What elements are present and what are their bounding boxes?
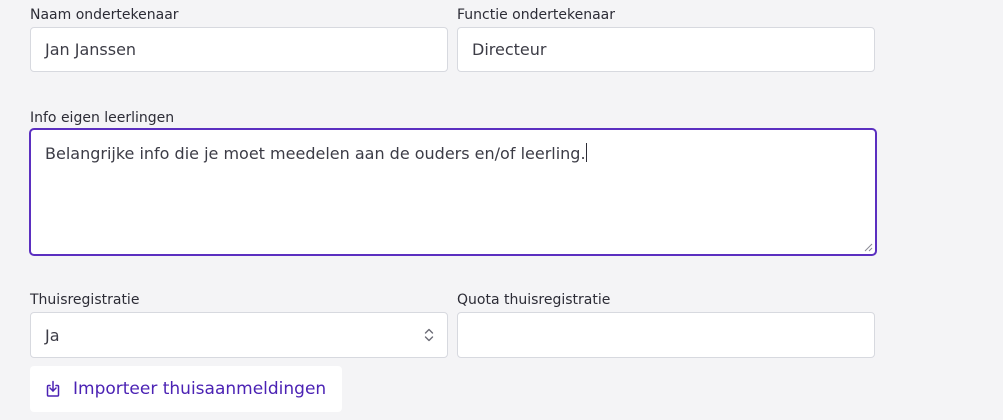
own-students-info-textarea[interactable]: Belangrijke info die je moet meedelen aa… <box>29 128 877 256</box>
signer-name-input[interactable]: Jan Janssen <box>30 27 448 72</box>
home-registration-value: Ja <box>45 325 60 345</box>
chevron-up-down-icon <box>424 328 434 342</box>
signer-function-input[interactable]: Directeur <box>457 27 875 72</box>
text-caret <box>585 143 587 162</box>
signer-function-label: Functie ondertekenaar <box>457 7 615 23</box>
signer-function-value: Directeur <box>472 40 547 59</box>
home-registration-quota-input[interactable] <box>457 312 875 358</box>
signer-name-label: Naam ondertekenaar <box>30 7 179 23</box>
resize-grip-icon[interactable] <box>863 242 873 252</box>
import-download-icon <box>46 380 60 397</box>
home-registration-label: Thuisregistratie <box>30 292 140 308</box>
home-registration-select[interactable]: Ja <box>30 312 448 358</box>
import-button-label: Importeer thuisaanmeldingen <box>73 379 327 399</box>
own-students-info-label: Info eigen leerlingen <box>30 110 175 126</box>
home-registration-quota-label: Quota thuisregistratie <box>457 292 611 308</box>
own-students-info-value: Belangrijke info die je moet meedelen aa… <box>45 144 586 163</box>
import-home-registrations-button[interactable]: Importeer thuisaanmeldingen <box>30 366 342 412</box>
signer-name-value: Jan Janssen <box>45 40 137 59</box>
